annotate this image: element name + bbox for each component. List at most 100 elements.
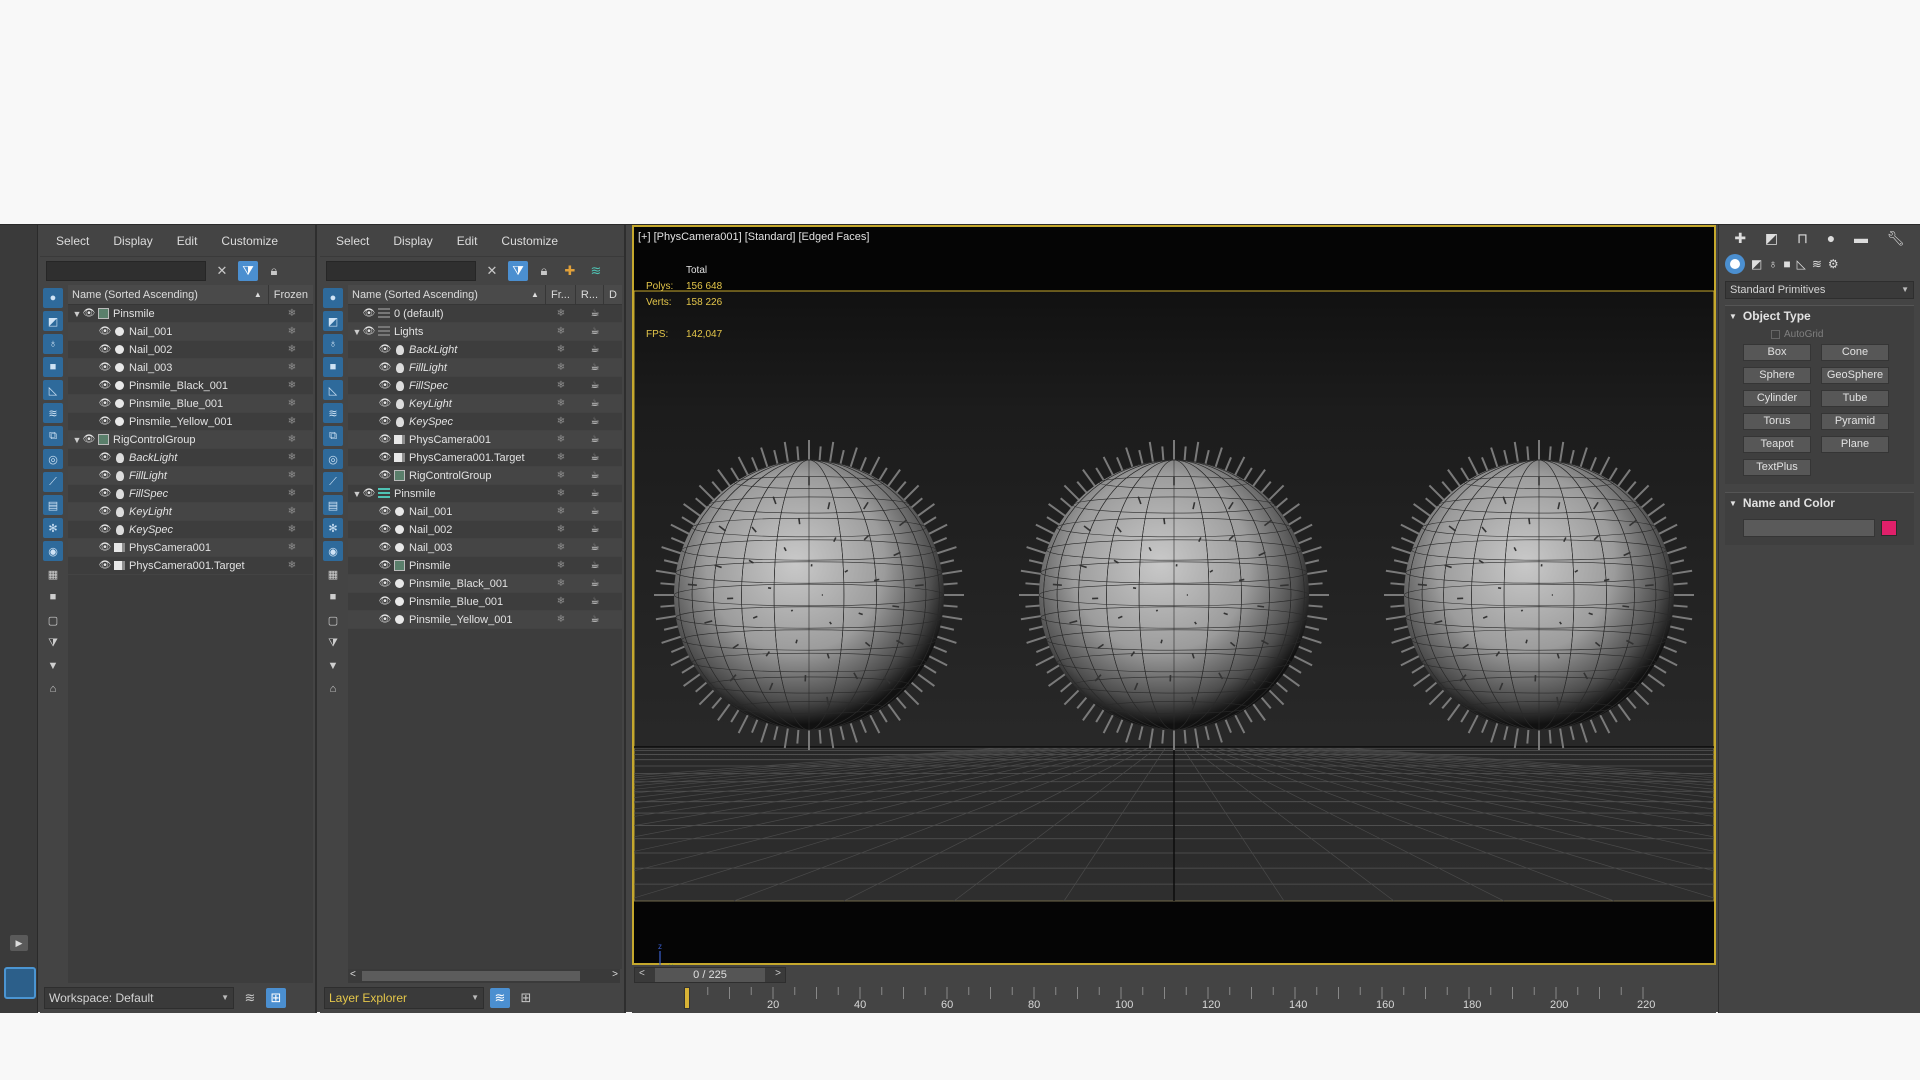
workspace-dropdown[interactable]: Workspace: Default ▼ [44,987,234,1009]
freeze-snowflake-icon[interactable]: ❄ [285,398,299,409]
scroll-right-icon[interactable]: > [612,969,618,980]
visibility-eye-icon[interactable]: 👁︎ [98,380,112,391]
visibility-eye-icon[interactable]: 👁︎ [378,542,392,553]
lock-icon[interactable]: 🔒︎ [534,261,554,281]
tree-row[interactable]: ▼ 👁︎ Pinsmile ❄ ☕︎ [348,485,622,503]
cylinder-button[interactable]: Cylinder [1743,390,1811,407]
freeze-snowflake-icon[interactable]: ❄ [554,470,568,481]
visibility-eye-icon[interactable]: 👁︎ [378,524,392,535]
expand-arrow-icon[interactable]: ▶ [10,935,28,951]
freeze-snowflake-icon[interactable]: ❄ [285,344,299,355]
groups-filter-icon[interactable]: ⧉ [43,426,63,446]
freeze-snowflake-icon[interactable]: ❄ [554,578,568,589]
tree-row[interactable]: 👁︎ Pinsmile ❄ ☕︎ [348,557,622,575]
render-teapot-icon[interactable]: ☕︎ [588,560,602,571]
freeze-snowflake-icon[interactable]: ❄ [554,416,568,427]
visibility-eye-icon[interactable]: 👁︎ [82,434,96,445]
freeze-snowflake-icon[interactable]: ❄ [554,398,568,409]
freeze-snowflake-icon[interactable]: ❄ [554,488,568,499]
shapes-category-icon[interactable]: ◩ [1751,257,1762,271]
tree-row[interactable]: 👁︎ Nail_002 ❄ [68,341,313,359]
xrefs-filter-icon[interactable]: ◎ [43,449,63,469]
menu-display[interactable]: Display [113,234,152,248]
layers-icon[interactable]: ≋ [490,988,510,1008]
autogrid-checkbox[interactable]: AutoGrid [1725,326,1914,344]
render-teapot-icon[interactable]: ☕︎ [588,362,602,373]
invert-selection-icon[interactable]: ▢ [43,610,63,630]
groups-filter-icon[interactable]: ⧉ [323,426,343,446]
filter-funnel-icon[interactable]: ▼ [323,656,343,676]
systems-category-icon[interactable]: ⚙ [1828,257,1839,271]
utilities-tab-icon[interactable]: 🔧︎ [1887,230,1905,247]
render-teapot-icon[interactable]: ☕︎ [588,578,602,589]
tree-row[interactable]: 👁︎ PhysCamera001.Target ❄ [68,557,313,575]
helpers-category-icon[interactable]: ◺ [1797,257,1806,271]
expand-toggle-icon[interactable]: ▼ [352,327,362,337]
freeze-snowflake-icon[interactable]: ❄ [554,344,568,355]
containers-filter-icon[interactable]: ▤ [323,495,343,515]
render-teapot-icon[interactable]: ☕︎ [588,308,602,319]
horizontal-scrollbar[interactable]: < > [348,969,620,983]
freeze-snowflake-icon[interactable]: ❄ [285,434,299,445]
menu-display[interactable]: Display [393,234,432,248]
freeze-snowflake-icon[interactable]: ❄ [285,326,299,337]
filter-funnel-icon[interactable]: ▼ [43,656,63,676]
particles-filter-icon[interactable]: ✻ [323,518,343,538]
freeze-snowflake-icon[interactable]: ❄ [285,560,299,571]
freeze-snowflake-icon[interactable]: ❄ [554,308,568,319]
cone-button[interactable]: Cone [1821,344,1889,361]
spacewarps-category-icon[interactable]: ≋ [1812,257,1822,271]
visibility-eye-icon[interactable]: 👁︎ [98,488,112,499]
visibility-eye-icon[interactable]: 👁︎ [378,614,392,625]
motion-tab-icon[interactable]: ● [1827,230,1835,246]
frozen-column-header[interactable]: Fr... [544,284,575,305]
sphere-button[interactable]: Sphere [1743,367,1811,384]
visibility-eye-icon[interactable]: 👁︎ [98,506,112,517]
visibility-eye-icon[interactable]: 👁︎ [378,452,392,463]
freeze-snowflake-icon[interactable]: ❄ [285,308,299,319]
tube-button[interactable]: Tube [1821,390,1889,407]
object-name-field[interactable] [1743,519,1875,537]
bookmark-icon[interactable]: ⌂ [323,679,343,699]
visibility-eye-icon[interactable]: 👁︎ [378,344,392,355]
freeze-snowflake-icon[interactable]: ❄ [285,380,299,391]
cameras-category-icon[interactable]: ■ [1783,257,1790,271]
tree-row[interactable]: 👁︎ Pinsmile_Yellow_001 ❄ ☕︎ [348,611,622,629]
tree-row[interactable]: 👁︎ FillSpec ❄ [68,485,313,503]
tree-row[interactable]: ▼ 👁︎ RigControlGroup ❄ [68,431,313,449]
funnel-filter-icon[interactable]: ⧩ [323,633,343,653]
visibility-eye-icon[interactable]: 👁︎ [378,416,392,427]
containers-filter-icon[interactable]: ▤ [43,495,63,515]
name-and-color-header[interactable]: ▼ Name and Color [1725,493,1914,513]
render-teapot-icon[interactable]: ☕︎ [588,506,602,517]
tree-row[interactable]: 👁︎ Pinsmile_Blue_001 ❄ ☕︎ [348,593,622,611]
visibility-eye-icon[interactable]: 👁︎ [378,398,392,409]
hierarchy-icon[interactable]: ⊞ [516,988,536,1008]
render-teapot-icon[interactable]: ☕︎ [588,614,602,625]
tree-row[interactable]: 👁︎ BackLight ❄ ☕︎ [348,341,622,359]
textplus-button[interactable]: TextPlus [1743,459,1811,476]
visibility-eye-icon[interactable]: 👁︎ [378,362,392,373]
lock-icon[interactable]: 🔒︎ [264,261,284,281]
tree-row[interactable]: 👁︎ FillLight ❄ ☕︎ [348,359,622,377]
tree-row[interactable]: 👁︎ Nail_001 ❄ ☕︎ [348,503,622,521]
helpers-filter-icon[interactable]: ◺ [323,380,343,400]
freeze-snowflake-icon[interactable]: ❄ [285,362,299,373]
freeze-snowflake-icon[interactable]: ❄ [285,524,299,535]
torus-button[interactable]: Torus [1743,413,1811,430]
render-teapot-icon[interactable]: ☕︎ [588,542,602,553]
invert-selection-icon[interactable]: ▢ [323,610,343,630]
menu-select[interactable]: Select [56,234,89,248]
menu-customize[interactable]: Customize [501,234,558,248]
freeze-snowflake-icon[interactable]: ❄ [554,380,568,391]
tree-row[interactable]: 👁︎ FillLight ❄ [68,467,313,485]
freeze-snowflake-icon[interactable]: ❄ [554,524,568,535]
tree-row[interactable]: 👁︎ KeySpec ❄ [68,521,313,539]
freeze-snowflake-icon[interactable]: ❄ [554,506,568,517]
tree-row[interactable]: 👁︎ Nail_003 ❄ ☕︎ [348,539,622,557]
bones-filter-icon[interactable]: ⟋ [43,472,63,492]
select-all-icon[interactable]: ▦ [323,564,343,584]
viewport-label[interactable]: [+] [PhysCamera001] [Standard] [Edged Fa… [638,231,869,243]
visibility-filter-icon[interactable]: ◉ [323,541,343,561]
render-teapot-icon[interactable]: ☕︎ [588,326,602,337]
